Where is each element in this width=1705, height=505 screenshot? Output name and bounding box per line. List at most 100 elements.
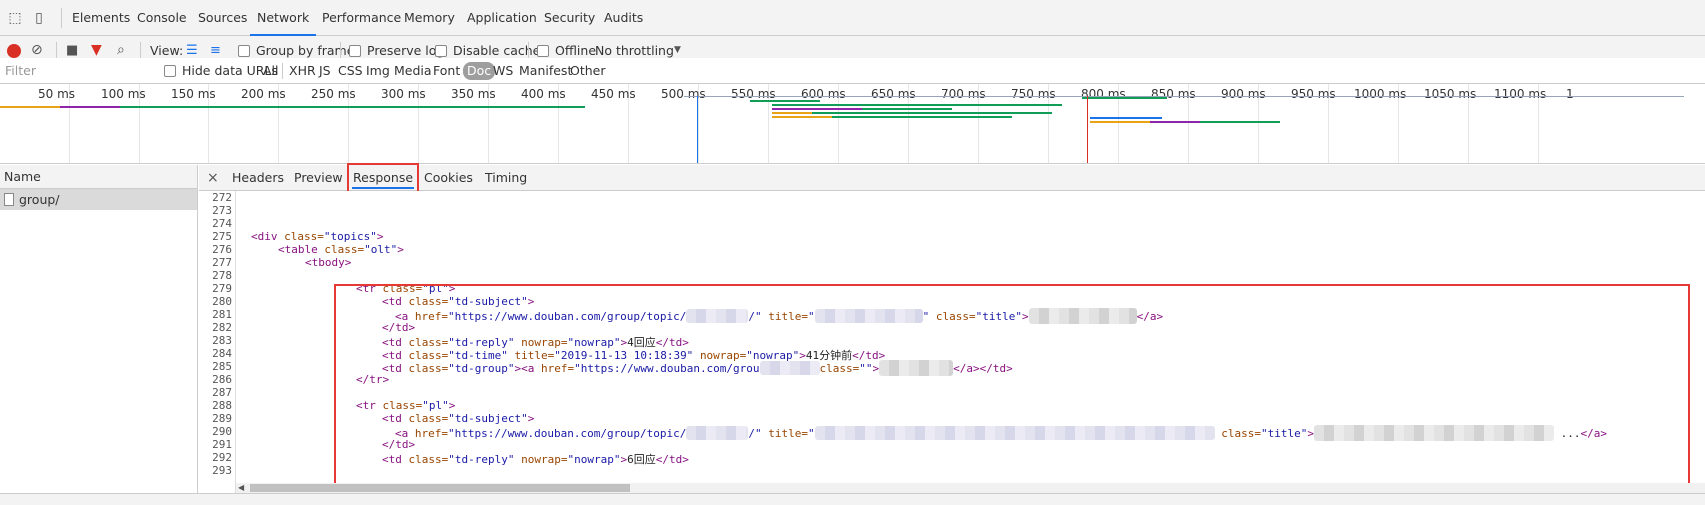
request-bar: [812, 112, 1052, 114]
status-bar: [0, 493, 1705, 505]
tab-security[interactable]: Security: [544, 0, 595, 36]
timeline-overview[interactable]: 50 ms 100 ms 150 ms 200 ms 250 ms 300 ms…: [0, 84, 1705, 164]
horizontal-scrollbar[interactable]: ◀: [236, 483, 1705, 493]
request-bar: [772, 108, 862, 110]
line-number: 281: [212, 308, 232, 321]
type-other[interactable]: Other: [570, 58, 606, 84]
tab-sources[interactable]: Sources: [198, 0, 247, 36]
tab-preview[interactable]: Preview: [294, 165, 343, 191]
type-img[interactable]: Img: [366, 58, 390, 84]
request-bar: [832, 116, 1012, 118]
tick-label: 600 ms: [801, 87, 846, 101]
type-doc[interactable]: Doc: [463, 62, 496, 80]
type-xhr[interactable]: XHR: [289, 58, 316, 84]
line-number: 288: [212, 399, 232, 412]
filter-bar: Filter Hide data URLs All XHR JS CSS Img…: [0, 58, 1705, 84]
line-number: 285: [212, 360, 232, 373]
type-js[interactable]: JS: [319, 58, 331, 84]
request-bar: [750, 100, 820, 102]
code-line: <tbody>: [305, 256, 351, 269]
checkbox-box[interactable]: [349, 45, 361, 57]
tick-label: 200 ms: [241, 87, 286, 101]
tab-performance[interactable]: Performance: [322, 0, 401, 36]
devtools-tabbar: ⬚ ▯ Elements Console Sources Network Per…: [0, 0, 1705, 36]
tick-label: 1: [1566, 87, 1574, 101]
line-number: 287: [212, 386, 232, 399]
tick-label: 550 ms: [731, 87, 776, 101]
type-manifest[interactable]: Manifest: [519, 58, 572, 84]
tab-timing[interactable]: Timing: [485, 165, 527, 191]
token: <tbody>: [305, 256, 352, 269]
tab-console[interactable]: Console: [137, 0, 187, 36]
tick-label: 1100 ms: [1494, 87, 1547, 101]
inspect-element-icon[interactable]: ⬚: [6, 9, 24, 27]
token: <div: [251, 230, 285, 243]
divider: [61, 8, 62, 28]
checkbox-box[interactable]: [238, 45, 250, 57]
line-number: 272: [212, 191, 232, 204]
token: class=: [324, 243, 365, 256]
name-column-header[interactable]: Name: [0, 165, 197, 189]
request-bar: [772, 112, 812, 114]
token: <table: [278, 243, 325, 256]
line-number: 277: [212, 256, 232, 269]
load-event-marker: [1087, 96, 1088, 163]
type-ws[interactable]: WS: [493, 58, 513, 84]
tab-response[interactable]: Response: [347, 163, 420, 193]
filter-input[interactable]: Filter: [5, 58, 36, 84]
code-line: <div class="topics">: [251, 230, 383, 243]
type-font[interactable]: Font: [433, 58, 460, 84]
tick-label: 300 ms: [381, 87, 426, 101]
divider: [282, 63, 283, 79]
request-list: Name group/: [0, 165, 198, 505]
tab-audits[interactable]: Audits: [604, 0, 643, 36]
divider: [140, 42, 141, 59]
line-number: 290: [212, 425, 232, 438]
tick-label: 650 ms: [871, 87, 916, 101]
tab-application[interactable]: Application: [467, 0, 537, 36]
request-row[interactable]: group/: [0, 189, 197, 210]
line-number: 293: [212, 464, 232, 477]
close-icon[interactable]: ×: [207, 165, 219, 191]
tab-headers[interactable]: Headers: [232, 165, 284, 191]
tick-label: 950 ms: [1291, 87, 1336, 101]
request-bar: [1090, 117, 1162, 119]
request-bar: [1150, 121, 1200, 123]
checkbox-box[interactable]: [164, 65, 176, 77]
token: "olt": [364, 243, 398, 256]
tick-label: 1000 ms: [1354, 87, 1407, 101]
tick-label: 750 ms: [1011, 87, 1056, 101]
divider: [56, 42, 57, 59]
checkbox-box[interactable]: [537, 45, 549, 57]
tab-elements[interactable]: Elements: [72, 0, 130, 36]
device-toolbar-icon[interactable]: ▯: [30, 9, 48, 27]
type-css[interactable]: CSS: [338, 58, 363, 84]
tab-cookies[interactable]: Cookies: [424, 165, 473, 191]
scrollbar-thumb[interactable]: [250, 484, 630, 492]
request-bar: [684, 96, 1684, 97]
request-bar: [1082, 97, 1167, 99]
type-all[interactable]: All: [263, 58, 279, 84]
offline-label: Offline: [555, 43, 597, 58]
request-bar: [772, 116, 832, 118]
record-icon[interactable]: [7, 44, 21, 58]
token: "topics": [323, 230, 377, 243]
tick-label: 150 ms: [171, 87, 216, 101]
line-number: 289: [212, 412, 232, 425]
tick-label: 100 ms: [101, 87, 146, 101]
line-number: 286: [212, 373, 232, 386]
checkbox-box[interactable]: [435, 45, 447, 57]
hide-data-urls-checkbox[interactable]: Hide data URLs: [164, 58, 278, 84]
request-bar: [772, 104, 1062, 106]
line-number: 274: [212, 217, 232, 230]
tick-label: 450 ms: [591, 87, 636, 101]
tab-memory[interactable]: Memory: [404, 0, 455, 36]
tick-label: 700 ms: [941, 87, 986, 101]
tab-network[interactable]: Network: [250, 0, 317, 36]
gutter-divider: [235, 191, 236, 493]
tick-label: 500 ms: [661, 87, 706, 101]
request-bar: [60, 106, 120, 108]
type-media[interactable]: Media: [394, 58, 432, 84]
scroll-left-icon[interactable]: ◀: [238, 483, 244, 493]
tick-label: 1050 ms: [1424, 87, 1477, 101]
